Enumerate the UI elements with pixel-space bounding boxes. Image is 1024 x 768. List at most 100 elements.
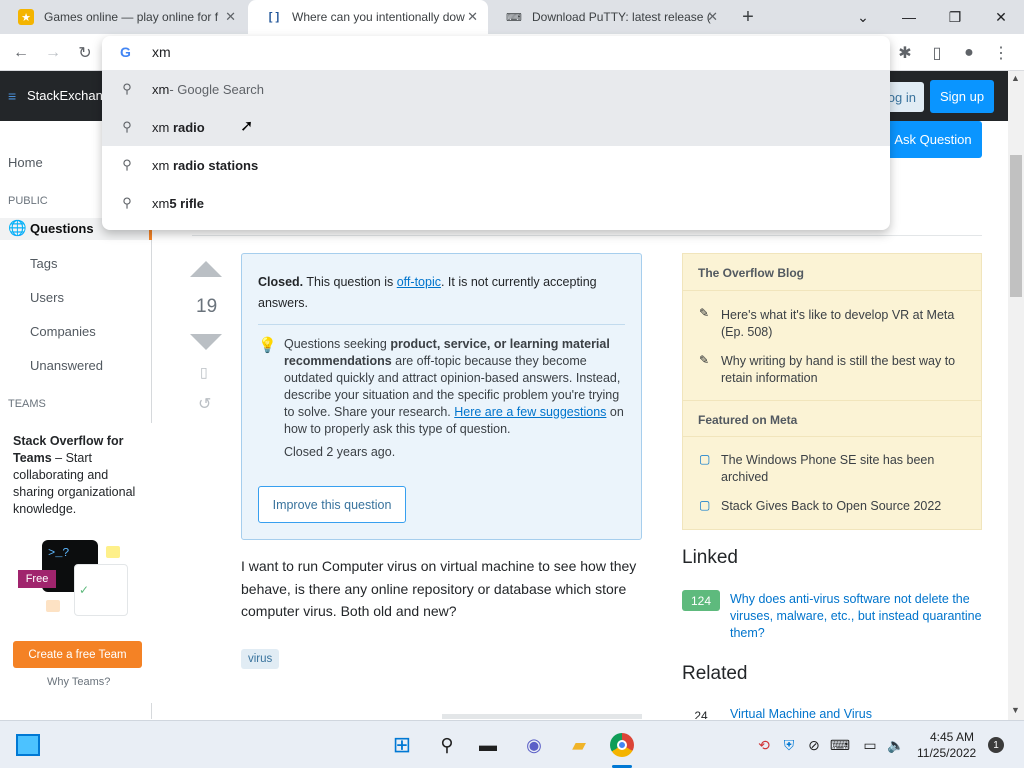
pencil-icon: ✎ (699, 353, 710, 367)
nav-tags[interactable]: Tags (30, 256, 57, 271)
nav-home[interactable]: Home (8, 155, 43, 170)
address-bar-input[interactable]: xm (152, 44, 171, 60)
nav-questions-label: Questions (30, 221, 94, 236)
closed-label: Closed. (258, 275, 304, 289)
scrollbar-thumb[interactable] (1010, 155, 1022, 297)
history-icon[interactable]: ↺ (198, 394, 211, 414)
menu-icon[interactable]: ⋮ (988, 40, 1014, 66)
teams-illustration: >_? Free ✓ (18, 538, 130, 618)
signup-label: Sign up (939, 89, 985, 104)
tag-virus[interactable]: virus (241, 649, 280, 669)
file-explorer-icon[interactable]: ▰ (565, 731, 593, 759)
side-panel-icon[interactable]: ▯ (924, 40, 950, 66)
teams-promo-text: Stack Overflow for Teams – Start collabo… (13, 433, 147, 518)
signup-button[interactable]: Sign up (930, 80, 994, 113)
forward-icon[interactable]: → (40, 40, 66, 66)
related-question-link[interactable]: Virtual Machine and Virus (730, 707, 872, 719)
putty-icon: ⌨ (506, 11, 522, 24)
create-team-label: Create a free Team (28, 648, 127, 661)
offtopic-link[interactable]: off-topic (397, 275, 441, 289)
clock-date[interactable]: 11/25/2022 (917, 746, 976, 760)
back-icon[interactable]: ← (8, 40, 34, 66)
closed-notice: Closed. This question is off-topic. It i… (241, 253, 642, 540)
downvote-button[interactable] (190, 334, 222, 350)
network-off-icon[interactable]: ⊘ (800, 731, 828, 759)
start-icon[interactable]: ⊞ (388, 731, 416, 759)
tab-title: Games online — play online for f (44, 10, 219, 24)
suggestion-item[interactable]: ⚲ xm 5 rifle (102, 184, 890, 222)
share-bar (442, 714, 642, 719)
nav-companies[interactable]: Companies (30, 324, 96, 339)
checklist-icon: ✓ (74, 564, 128, 616)
create-team-button[interactable]: Create a free Team (13, 641, 142, 668)
volume-icon[interactable]: 🔈 (882, 731, 910, 759)
page-scrollbar[interactable]: ▲ ▼ (1008, 71, 1024, 720)
ask-question-button[interactable]: Ask Question (884, 121, 982, 158)
free-badge-label: Free (25, 573, 49, 585)
why-teams-link[interactable]: Why Teams? (47, 676, 110, 688)
search-icon[interactable]: ⚲ (433, 731, 461, 759)
tab-stackexchange[interactable]: [ ] Where can you intentionally dow ✕ (248, 0, 488, 34)
upvote-button[interactable] (190, 261, 222, 277)
linked-question-link[interactable]: Why does anti-virus software not delete … (730, 591, 988, 642)
tab-putty[interactable]: ⌨ Download PuTTY: latest release ( ✕ (488, 0, 728, 34)
tab-search-icon[interactable]: ⌄ (840, 4, 886, 30)
blog-item[interactable]: Here's what it's like to develop VR at M… (721, 307, 971, 341)
bookmark-icon[interactable]: ▯ (200, 364, 208, 381)
suggestion-bold: 5 rifle (169, 195, 205, 211)
blog-item[interactable]: Why writing by hand is still the best wa… (721, 353, 971, 387)
keyboard-icon[interactable]: ⌨ (826, 731, 854, 759)
reason-text: Questions seeking (284, 337, 391, 351)
maximize-icon[interactable]: ❐ (932, 4, 978, 30)
network-icon[interactable]: ▭ (856, 731, 884, 759)
tab-games[interactable]: ★ Games online — play online for f ✕ (0, 0, 246, 34)
linked-score-value: 124 (690, 593, 712, 608)
suggestion-item[interactable]: ⚲ xm radio stations (102, 146, 890, 184)
widgets-icon[interactable] (14, 731, 42, 759)
notification-count: 1 (993, 739, 999, 751)
notification-badge[interactable]: 1 (988, 737, 1004, 753)
blog-header: The Overflow Blog (683, 254, 981, 291)
meta-icon: ▢ (699, 452, 711, 466)
chrome-icon[interactable] (608, 731, 636, 759)
improve-label: Improve this question (272, 497, 392, 512)
teams-chat-icon[interactable]: ◉ (520, 731, 548, 759)
google-icon: G (120, 44, 131, 60)
nav-unanswered[interactable]: Unanswered (30, 358, 103, 373)
new-tab-button[interactable]: + (736, 5, 760, 29)
question-body: I want to run Computer virus on virtual … (241, 558, 637, 619)
security-icon[interactable]: ⟲ (750, 731, 778, 759)
close-icon[interactable]: ✕ (707, 9, 718, 25)
mouse-cursor-icon: ➚ (240, 118, 254, 135)
close-icon[interactable]: ✕ (467, 9, 478, 25)
minimize-icon[interactable]: — (886, 4, 932, 30)
nav-heading-public: PUBLIC (8, 195, 48, 207)
notice-text: This question is (303, 275, 397, 289)
suggestions-link[interactable]: Here are a few suggestions (454, 405, 606, 419)
task-view-icon[interactable]: ▬ (474, 731, 502, 759)
chat-icon (106, 546, 120, 558)
scroll-up-icon[interactable]: ▲ (1011, 73, 1020, 83)
reload-icon[interactable]: ↻ (72, 40, 98, 66)
suggestion-text: xm (152, 157, 173, 173)
suggestion-text: xm (152, 195, 170, 211)
suggestion-item[interactable]: ⚲ xm radio (102, 108, 890, 146)
tab-title: Download PuTTY: latest release ( (532, 10, 711, 24)
search-icon: ⚲ (122, 119, 132, 134)
search-icon: ⚲ (122, 157, 132, 172)
meta-item[interactable]: Stack Gives Back to Open Source 2022 (721, 498, 971, 515)
defender-icon[interactable]: ⛨ (775, 731, 803, 759)
suggestion-item[interactable]: ⚲ xm - Google Search (102, 70, 890, 108)
close-icon[interactable]: ✕ (225, 9, 236, 25)
blog-title: The Overflow Blog (698, 266, 805, 280)
close-window-icon[interactable]: ✕ (978, 4, 1024, 30)
improve-question-button[interactable]: Improve this question (258, 486, 406, 523)
profile-icon[interactable]: ● (956, 40, 982, 66)
clock-time[interactable]: 4:45 AM (930, 730, 974, 744)
omnibox-dropdown: G xm ⚲ xm - Google Search ⚲ xm radio ⚲ x… (102, 36, 890, 230)
meta-item[interactable]: The Windows Phone SE site has been archi… (721, 452, 961, 486)
divider (258, 324, 625, 325)
scroll-down-icon[interactable]: ▼ (1011, 705, 1020, 715)
extensions-icon[interactable]: ✱ (892, 40, 918, 66)
nav-users[interactable]: Users (30, 290, 64, 305)
